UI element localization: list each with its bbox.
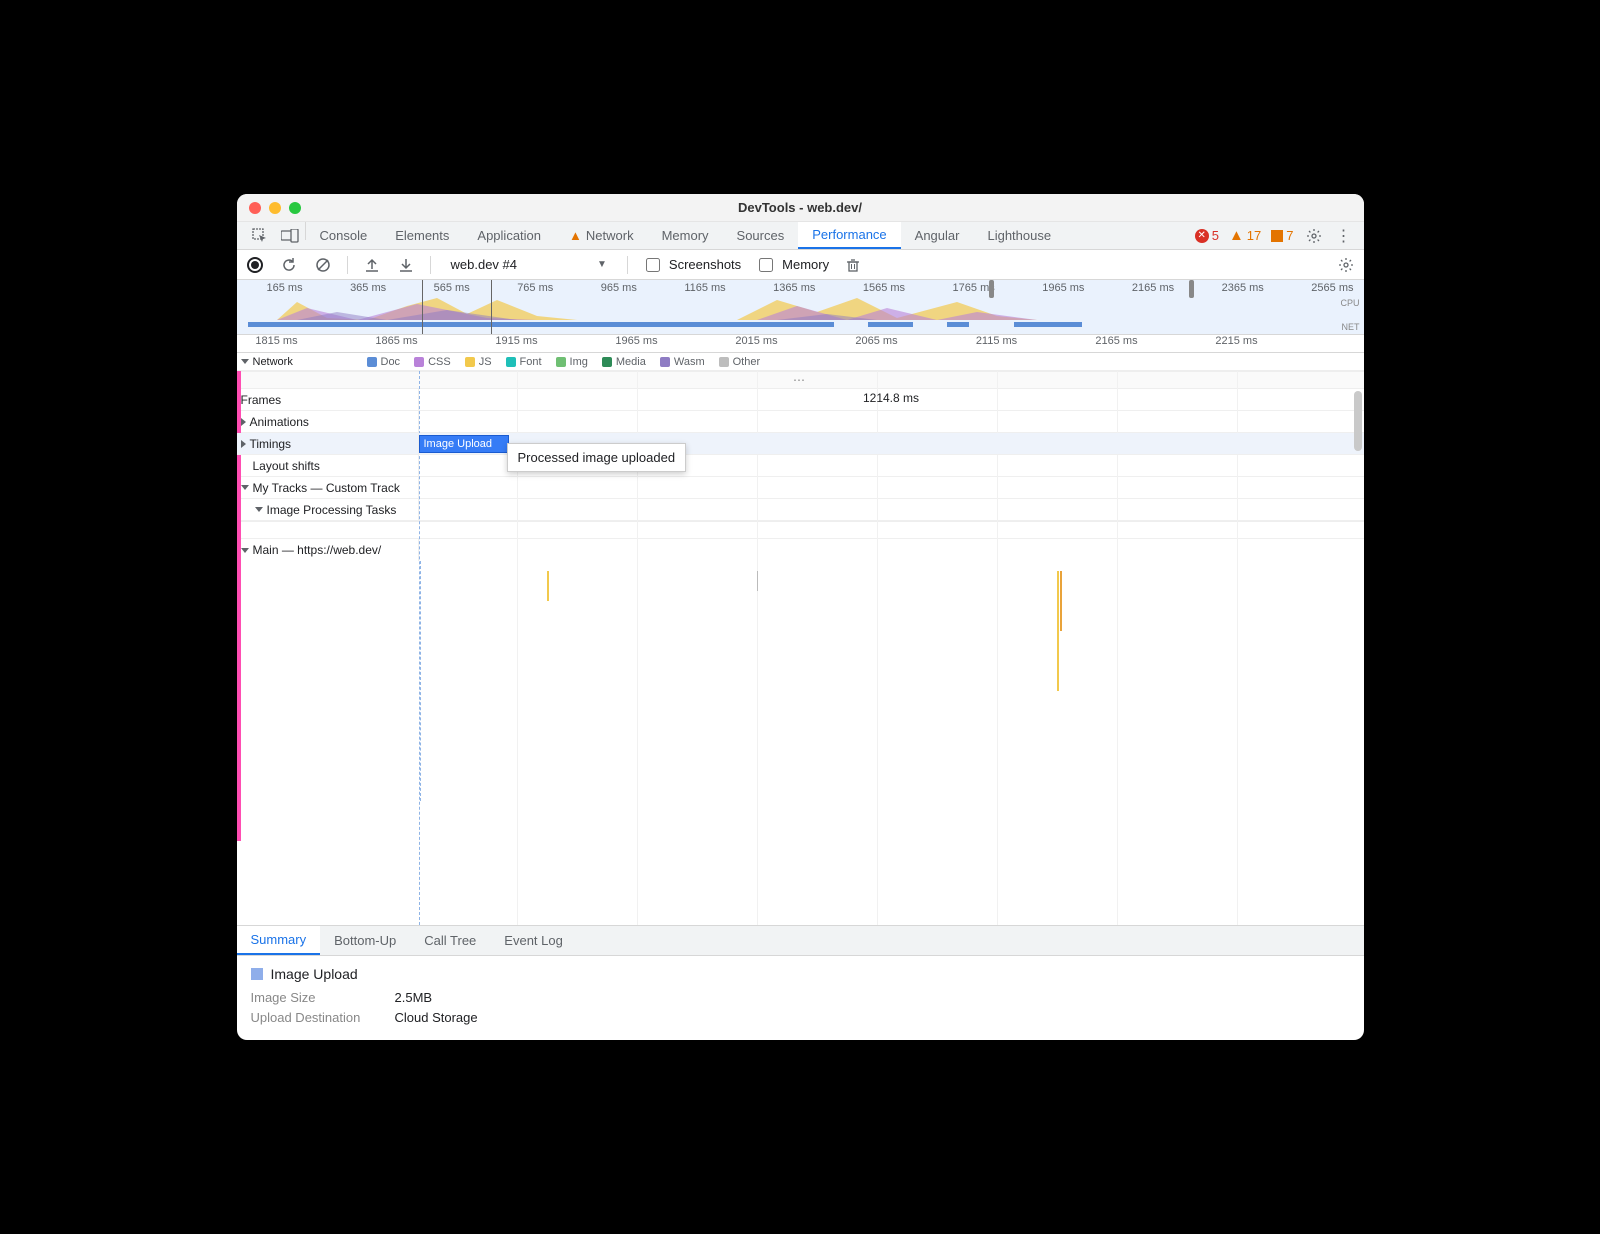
tab-memory[interactable]: Memory: [648, 222, 723, 249]
tab-angular[interactable]: Angular: [901, 222, 974, 249]
network-legend-row: Network Doc CSS JS Font Img Media Wasm Other: [237, 353, 1364, 371]
window-title: DevTools - web.dev/: [237, 200, 1364, 215]
inspect-element-icon[interactable]: [245, 222, 275, 249]
legend-doc: Doc: [367, 356, 401, 368]
image-tasks-row[interactable]: Image Processing Tasks: [237, 499, 1364, 521]
tab-performance[interactable]: Performance: [798, 222, 900, 249]
legend-font: Font: [506, 356, 542, 368]
record-button[interactable]: [245, 255, 265, 275]
tab-application[interactable]: Application: [463, 222, 555, 249]
my-tracks-row[interactable]: My Tracks — Custom Track: [237, 477, 1364, 499]
animations-row[interactable]: Animations: [237, 411, 1364, 433]
overview-timeline[interactable]: 165 ms365 ms565 ms765 ms965 ms1165 ms136…: [237, 280, 1364, 335]
collect-garbage-icon[interactable]: [843, 255, 863, 275]
layout-shifts-row[interactable]: Layout shifts: [237, 455, 1364, 477]
settings-icon[interactable]: [1304, 226, 1324, 246]
collapse-handle[interactable]: ⋯: [237, 371, 1364, 389]
issues-count[interactable]: 7: [1271, 228, 1293, 243]
legend-wasm: Wasm: [660, 356, 705, 368]
details-tab-bottom-up[interactable]: Bottom-Up: [320, 926, 410, 955]
network-section-label[interactable]: Network: [253, 356, 293, 368]
legend-media: Media: [602, 356, 646, 368]
details-tab-event-log[interactable]: Event Log: [490, 926, 577, 955]
summary-panel: Image Upload Image Size2.5MB Upload Desti…: [237, 956, 1364, 1040]
main-thread-row[interactable]: Main — https://web.dev/: [237, 539, 1364, 561]
frame-duration: 1214.8 ms: [863, 391, 919, 405]
timings-row[interactable]: Timings Image Upload: [237, 433, 1364, 455]
profile-selector[interactable]: web.dev #4▼: [445, 255, 613, 274]
error-count[interactable]: ✕5: [1195, 228, 1219, 243]
summary-row: Upload DestinationCloud Storage: [251, 1010, 1350, 1025]
screenshots-checkbox[interactable]: Screenshots: [642, 255, 741, 275]
tab-elements[interactable]: Elements: [381, 222, 463, 249]
capture-settings-icon[interactable]: [1336, 255, 1356, 275]
overview-handle-left[interactable]: [989, 280, 994, 298]
summary-row: Image Size2.5MB: [251, 990, 1350, 1005]
net-rail: [237, 320, 1364, 332]
timing-tooltip: Processed image uploaded: [507, 443, 687, 472]
flame-chart[interactable]: ⋯ Frames 1214.8 ms Animations Timings Im…: [237, 371, 1364, 926]
summary-title: Image Upload: [271, 966, 358, 982]
device-toolbar-icon[interactable]: [275, 222, 305, 249]
main-thread-lane[interactable]: [237, 561, 1364, 925]
upload-profile-icon[interactable]: [362, 255, 382, 275]
summary-color-swatch: [251, 968, 263, 980]
memory-checkbox[interactable]: Memory: [755, 255, 829, 275]
legend-img: Img: [556, 356, 588, 368]
tab-network[interactable]: ▲Network: [555, 222, 648, 249]
titlebar: DevTools - web.dev/: [237, 194, 1364, 222]
overview-handle-right[interactable]: [1189, 280, 1194, 298]
warning-count[interactable]: ▲17: [1229, 227, 1261, 244]
legend-js: JS: [465, 356, 492, 368]
cpu-chart: [237, 294, 1337, 320]
cpu-label: CPU: [1340, 298, 1359, 308]
timing-event-image-upload[interactable]: Image Upload: [419, 435, 509, 453]
performance-toolbar: web.dev #4▼ Screenshots Memory: [237, 250, 1364, 280]
main-tab-strip: ConsoleElementsApplication▲NetworkMemory…: [237, 222, 1364, 250]
frames-row[interactable]: Frames 1214.8 ms: [237, 389, 1364, 411]
legend-css: CSS: [414, 356, 451, 368]
detail-ruler[interactable]: 1815 ms1865 ms1915 ms1965 ms2015 ms2065 …: [237, 335, 1364, 353]
more-icon[interactable]: ⋮: [1334, 226, 1354, 246]
devtools-window: DevTools - web.dev/ ConsoleElementsAppli…: [237, 194, 1364, 1040]
tab-console[interactable]: Console: [306, 222, 382, 249]
details-tab-summary[interactable]: Summary: [237, 926, 321, 955]
legend-other: Other: [719, 356, 761, 368]
details-tab-strip: SummaryBottom-UpCall TreeEvent Log: [237, 926, 1364, 956]
details-tab-call-tree[interactable]: Call Tree: [410, 926, 490, 955]
vertical-scrollbar[interactable]: [1354, 391, 1362, 451]
tab-lighthouse[interactable]: Lighthouse: [973, 222, 1065, 249]
download-profile-icon[interactable]: [396, 255, 416, 275]
reload-record-button[interactable]: [279, 255, 299, 275]
clear-button[interactable]: [313, 255, 333, 275]
tab-sources[interactable]: Sources: [723, 222, 799, 249]
